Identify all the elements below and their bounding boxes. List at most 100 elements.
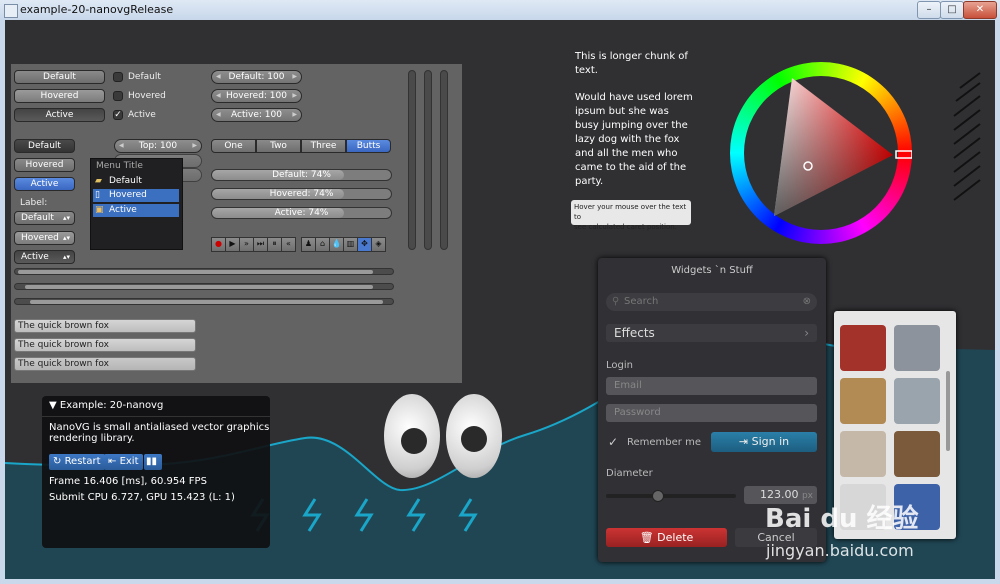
login-label: Login — [606, 360, 633, 371]
menu-item-active[interactable]: ▣ Active — [93, 204, 179, 217]
text-field-active[interactable]: The quick brown fox — [14, 357, 196, 371]
dropdown-hovered[interactable]: Hovered ▴▾ — [14, 231, 75, 245]
frame-stats: Frame 16.406 [ms], 60.954 FPS — [49, 476, 207, 487]
window-frame-bottom — [0, 579, 1000, 584]
restart-icon: ↻ — [53, 456, 65, 467]
shirt-icon[interactable]: ♟ — [301, 237, 316, 252]
pipe-icon[interactable]: ▥ — [343, 237, 358, 252]
chevron-right-icon: › — [804, 326, 809, 340]
checkbox-label-default: Default — [128, 72, 161, 82]
progress-default[interactable]: Default: 74% — [211, 169, 392, 181]
checkbox-label-active: Active — [128, 110, 156, 120]
example-title[interactable]: ▼ Example: 20-nanovg — [49, 400, 163, 411]
window-title: example-20-nanovgRelease — [20, 3, 174, 16]
effects-dropdown[interactable]: Effects › — [606, 324, 817, 342]
widget-panel: Default Hovered Active Default Hovered ✓… — [11, 64, 462, 383]
widgets-panel-title: Widgets `n Stuff — [671, 265, 753, 276]
remember-checkbox[interactable]: ✓ — [608, 435, 618, 449]
password-field[interactable]: Password — [606, 404, 817, 422]
fast-forward-icon[interactable]: » — [239, 237, 254, 252]
checkbox-active[interactable]: ✓ — [113, 110, 123, 120]
thumbnail-image[interactable] — [840, 431, 886, 477]
button-active[interactable]: Active — [14, 108, 105, 122]
dropdown-default[interactable]: Default ▴▾ — [14, 211, 75, 225]
remember-label: Remember me — [627, 437, 701, 448]
move-icon[interactable]: ✥ — [357, 237, 372, 252]
cube-icon[interactable]: ◈ — [371, 237, 386, 252]
segment-two[interactable]: Two — [256, 139, 301, 153]
minimize-button[interactable]: – — [917, 1, 941, 19]
menu-item-default[interactable]: ▰ Default — [93, 175, 179, 188]
search-input[interactable]: ⚲ Search ⊗ — [606, 293, 817, 311]
checkbox-default[interactable] — [113, 72, 123, 82]
stats-button[interactable]: ▮▮ — [144, 454, 162, 470]
decorative-lines — [953, 72, 981, 201]
numeric-pill-active[interactable]: ◀ Active: 100 ▶ — [211, 108, 302, 122]
stepper-top[interactable]: ◀ Top: 100 ▶ — [114, 139, 202, 153]
dropdown-active[interactable]: Active ▴▾ — [14, 250, 75, 264]
clear-icon[interactable]: ⊗ — [803, 293, 811, 311]
segment-three[interactable]: Three — [301, 139, 346, 153]
document-icon: ▯ — [95, 190, 100, 200]
search-icon: ⚲ — [612, 296, 620, 307]
numeric-pill-hovered[interactable]: ◀ Hovered: 100 ▶ — [211, 89, 302, 103]
progress-hovered[interactable]: Hovered: 74% — [211, 188, 392, 200]
thumbnail-image[interactable] — [840, 325, 886, 371]
menu-title: Menu Title — [96, 161, 143, 171]
signin-icon: ⇥ — [738, 435, 752, 448]
slider-knob[interactable] — [652, 490, 664, 502]
segment-one[interactable]: One — [211, 139, 256, 153]
signin-button[interactable]: ⇥ Sign in — [711, 432, 817, 452]
thumbnail-image[interactable] — [840, 378, 886, 424]
checkbox-hovered[interactable] — [113, 91, 123, 101]
email-field[interactable]: Email — [606, 377, 817, 395]
menu-item-hovered[interactable]: ▯ Hovered — [93, 189, 179, 202]
button2-hovered[interactable]: Hovered — [14, 158, 75, 172]
vertical-scrollbar-1[interactable] — [408, 70, 416, 250]
thumbnail-image[interactable] — [894, 378, 940, 424]
skip-forward-icon[interactable]: ⏭ — [253, 237, 268, 252]
button-default[interactable]: Default — [14, 70, 105, 84]
vertical-scrollbar-2[interactable] — [424, 70, 432, 250]
text-field-hovered[interactable]: The quick brown fox — [14, 338, 196, 352]
vertical-scrollbar-3[interactable] — [440, 70, 448, 250]
example-desc: NanoVG is small antialiased vector graph… — [49, 422, 270, 444]
numeric-pill-default[interactable]: ◀ Default: 100 ▶ — [211, 70, 302, 84]
drop-icon[interactable]: 💧 — [329, 237, 344, 252]
collapse-icon: ▼ — [49, 400, 60, 411]
record-icon[interactable]: ● — [211, 237, 226, 252]
close-button[interactable]: ✕ — [963, 1, 997, 19]
rewind-icon[interactable]: « — [281, 237, 296, 252]
restart-button[interactable]: ↻ Restart — [49, 454, 105, 470]
horizontal-scrollbar-2[interactable] — [14, 283, 394, 290]
play-icon[interactable]: ▶ — [225, 237, 240, 252]
checkbox-label-hovered: Hovered — [128, 91, 166, 101]
chart-icon: ▮▮ — [146, 456, 158, 467]
segment-butts[interactable]: Butts — [346, 139, 391, 153]
text-field-default[interactable]: The quick brown fox — [14, 319, 196, 333]
trash-icon: 🗑 — [639, 531, 658, 544]
horizontal-scrollbar-3[interactable] — [14, 298, 394, 305]
thumbnail-image[interactable] — [894, 325, 940, 371]
button2-active[interactable]: Active — [14, 177, 75, 191]
pause-icon[interactable]: ⏸ — [267, 237, 282, 252]
home-icon[interactable]: ⌂ — [315, 237, 330, 252]
delete-button[interactable]: 🗑 Delete — [606, 528, 727, 547]
color-triangle[interactable] — [730, 62, 912, 244]
color-wheel[interactable] — [730, 62, 912, 244]
progress-active[interactable]: Active: 74% — [211, 207, 392, 219]
tool-toolbar: ♟ ⌂ 💧 ▥ ✥ ◈ — [301, 237, 391, 252]
button-hovered[interactable]: Hovered — [14, 89, 105, 103]
maximize-button[interactable]: □ — [940, 1, 964, 19]
thumbnail-image[interactable] — [894, 431, 940, 477]
thumbnail-scrollbar[interactable] — [946, 371, 950, 451]
horizontal-scrollbar-1[interactable] — [14, 268, 394, 275]
window-frame-right — [995, 20, 1000, 584]
button2-default[interactable]: Default — [14, 139, 75, 153]
diameter-slider[interactable] — [606, 494, 736, 498]
example-window: ▼ Example: 20-nanovg NanoVG is small ant… — [42, 396, 270, 548]
exit-button[interactable]: ⇤ Exit — [104, 454, 143, 470]
longtext-paragraph-2[interactable]: Would have used lorem ipsum but she was … — [575, 91, 693, 189]
tooltip: Hover your mouse over the text to see ca… — [571, 200, 691, 231]
submit-stats: Submit CPU 6.727, GPU 15.423 (L: 1) — [49, 492, 235, 503]
